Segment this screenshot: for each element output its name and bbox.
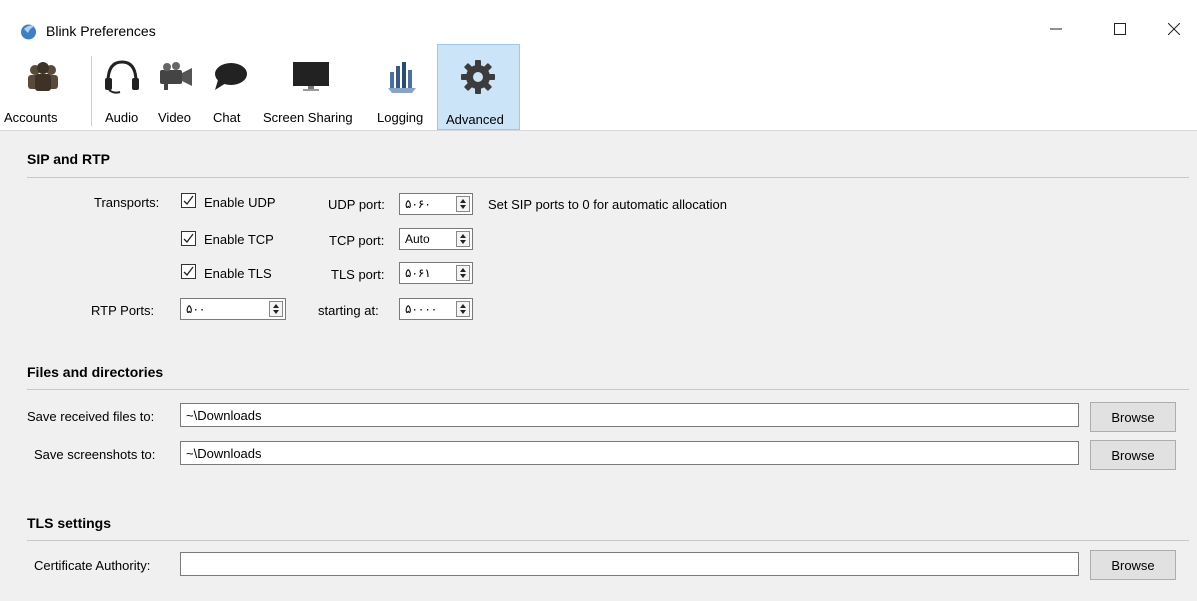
title-bar: Blink Preferences: [0, 0, 1197, 44]
minimize-icon: [1050, 28, 1062, 30]
save-received-files-input[interactable]: ~\Downloads: [180, 403, 1079, 427]
tab-screen-sharing[interactable]: Screen Sharing: [260, 44, 366, 130]
tls-port-label: TLS port:: [331, 267, 385, 282]
gear-icon: [461, 60, 495, 94]
tab-logging-label: Logging: [377, 110, 424, 125]
spin-arrows-icon[interactable]: [456, 301, 470, 317]
tab-advanced-label: Advanced: [446, 112, 504, 127]
udp-port-spinbox[interactable]: ۵۰۶۰: [399, 193, 473, 215]
spin-arrows-icon[interactable]: [269, 301, 283, 317]
enable-udp-checkbox[interactable]: [181, 193, 196, 208]
spin-arrows-icon[interactable]: [456, 265, 470, 281]
tab-screen-sharing-label: Screen Sharing: [263, 110, 353, 125]
minimize-button[interactable]: [1033, 14, 1079, 44]
save-screenshots-label: Save screenshots to:: [34, 447, 156, 462]
sip-rtp-heading: SIP and RTP: [27, 151, 110, 167]
udp-port-label: UDP port:: [328, 197, 385, 212]
files-directories-heading: Files and directories: [27, 364, 164, 380]
udp-port-value: ۵۰۶۰: [405, 197, 431, 211]
starting-at-label: starting at:: [318, 303, 379, 318]
save-screenshots-value: ~\Downloads: [186, 446, 262, 461]
rtp-ports-spinbox[interactable]: ۵۰۰: [180, 298, 286, 320]
sip-rtp-divider: [27, 177, 1189, 178]
tab-chat[interactable]: Chat: [208, 44, 250, 130]
rtp-ports-value: ۵۰۰: [186, 302, 206, 316]
tls-divider: [27, 540, 1189, 541]
rtp-ports-label: RTP Ports:: [91, 303, 155, 318]
blink-app-icon: [21, 24, 36, 40]
checkmark-icon: [183, 266, 194, 276]
spin-arrows-icon[interactable]: [456, 231, 470, 247]
close-icon: [1168, 23, 1180, 35]
starting-at-value: ۵۰۰۰۰: [405, 302, 438, 316]
checkmark-icon: [183, 233, 194, 243]
tab-logging[interactable]: Logging: [373, 44, 433, 130]
sip-ports-hint: Set SIP ports to 0 for automatic allocat…: [488, 197, 727, 212]
preferences-toolbar: Accounts Audio Video Chat Screen Sharing…: [0, 44, 1197, 131]
enable-tcp-label[interactable]: Enable TCP: [204, 232, 274, 247]
tab-advanced[interactable]: Advanced: [437, 44, 520, 130]
toolbar-separator: [91, 56, 92, 126]
files-divider: [27, 389, 1189, 390]
window-title: Blink Preferences: [46, 23, 156, 39]
tab-video[interactable]: Video: [152, 44, 198, 130]
tcp-port-label: TCP port:: [329, 233, 385, 248]
save-received-files-label: Save received files to:: [27, 409, 155, 424]
tab-accounts[interactable]: Accounts: [0, 44, 90, 130]
tab-audio[interactable]: Audio: [100, 44, 144, 130]
logging-icon: [388, 62, 416, 93]
headset-icon: [105, 60, 139, 94]
spin-arrows-icon[interactable]: [456, 196, 470, 212]
certificate-authority-label: Certificate Authority:: [34, 558, 151, 573]
save-screenshots-input[interactable]: ~\Downloads: [180, 441, 1079, 465]
browse-screenshots-button[interactable]: Browse: [1090, 440, 1176, 470]
tab-video-label: Video: [158, 110, 192, 125]
enable-tls-label[interactable]: Enable TLS: [204, 266, 272, 281]
starting-at-spinbox[interactable]: ۵۰۰۰۰: [399, 298, 473, 320]
maximize-icon: [1114, 23, 1126, 35]
checkmark-icon: [183, 195, 194, 205]
browse-received-files-button[interactable]: Browse: [1090, 402, 1176, 432]
enable-udp-label[interactable]: Enable UDP: [204, 195, 276, 210]
monitor-icon: [293, 62, 329, 91]
tcp-port-value: Auto: [405, 232, 430, 246]
close-button[interactable]: [1151, 14, 1197, 44]
tab-audio-label: Audio: [105, 110, 139, 125]
accounts-icon: [28, 62, 58, 91]
tcp-port-spinbox[interactable]: Auto: [399, 228, 473, 250]
chat-bubble-icon: [215, 63, 247, 90]
video-camera-icon: [160, 62, 192, 90]
maximize-button[interactable]: [1097, 14, 1143, 44]
save-received-files-value: ~\Downloads: [186, 408, 262, 423]
transports-label: Transports:: [94, 195, 160, 210]
tls-settings-heading: TLS settings: [27, 515, 112, 531]
tls-port-value: ۵۰۶۱: [405, 266, 431, 280]
tls-port-spinbox[interactable]: ۵۰۶۱: [399, 262, 473, 284]
enable-tls-checkbox[interactable]: [181, 264, 196, 279]
browse-certificate-authority-button[interactable]: Browse: [1090, 550, 1176, 580]
tab-accounts-label: Accounts: [4, 110, 58, 125]
enable-tcp-checkbox[interactable]: [181, 231, 196, 246]
tab-chat-label: Chat: [213, 110, 241, 125]
certificate-authority-input[interactable]: [180, 552, 1079, 576]
